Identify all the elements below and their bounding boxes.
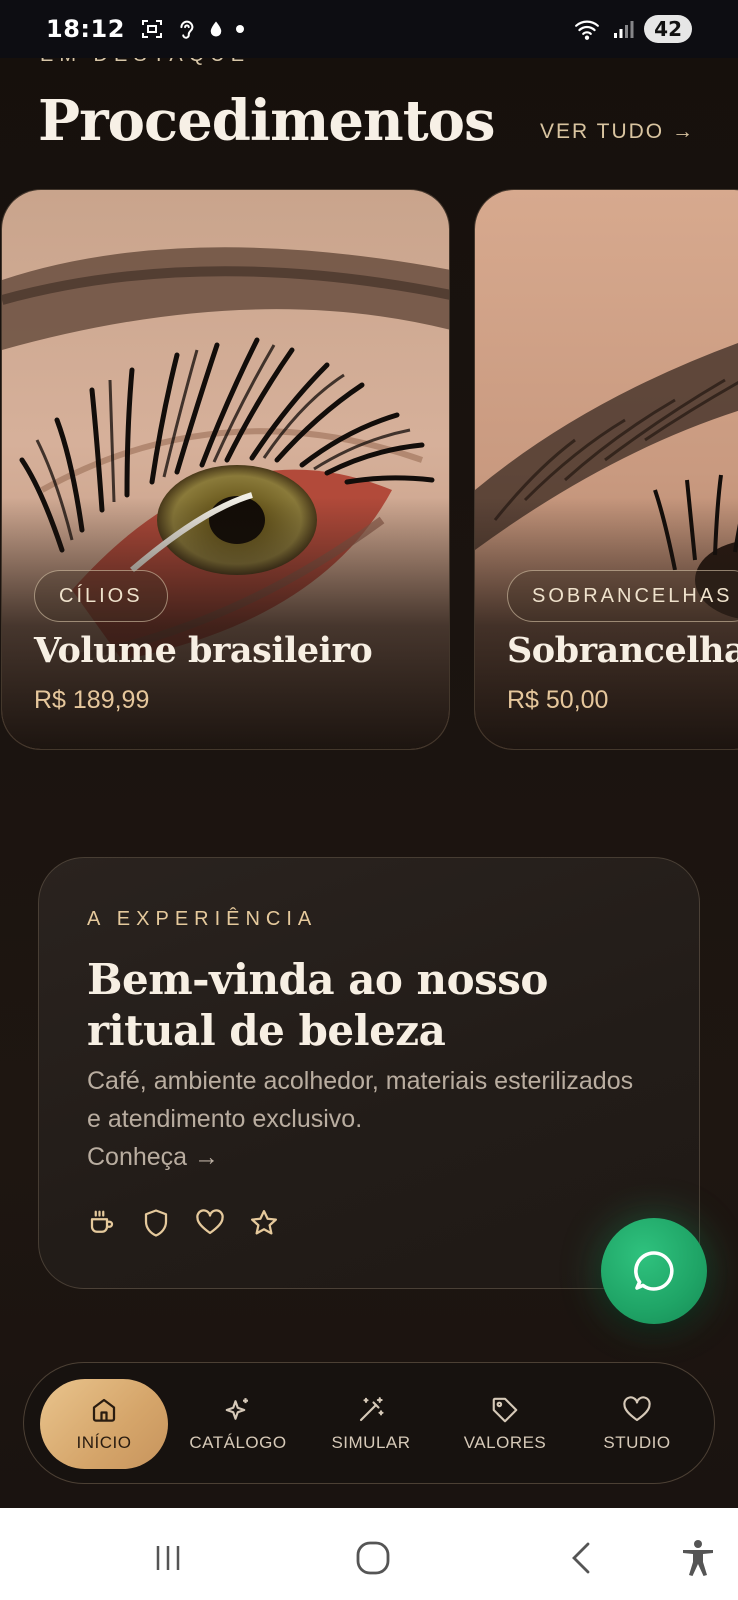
dot-icon <box>235 25 244 33</box>
heart-icon <box>623 1396 651 1422</box>
experience-description: Café, ambiente acolhedor, materiais este… <box>87 1062 647 1176</box>
system-navigation-bar <box>0 1508 738 1600</box>
wifi-icon <box>575 20 600 40</box>
see-all-link[interactable]: VER TUDO → <box>540 120 695 144</box>
nav-label: INÍCIO <box>76 1433 132 1452</box>
home-icon <box>92 1398 116 1422</box>
magic-wand-icon <box>359 1397 384 1422</box>
heart-icon <box>196 1209 224 1235</box>
accessibility-button[interactable] <box>678 1538 718 1578</box>
battery-indicator: 42 <box>644 15 692 43</box>
experience-card[interactable]: A EXPERIÊNCIA Bem-vinda ao nosso ritual … <box>38 857 700 1289</box>
tag-icon <box>492 1397 518 1423</box>
recents-button[interactable] <box>148 1538 188 1578</box>
nav-label: SIMULAR <box>331 1433 411 1452</box>
procedure-price: R$ 189,99 <box>34 686 150 714</box>
status-time: 18:12 <box>46 15 125 43</box>
status-icons-left <box>139 17 245 41</box>
whatsapp-icon <box>634 1251 674 1291</box>
sparkles-icon <box>225 1398 248 1420</box>
nav-label: VALORES <box>463 1433 547 1452</box>
home-button[interactable] <box>353 1538 393 1578</box>
star-icon <box>251 1210 277 1235</box>
experience-title: Bem-vinda ao nosso ritual de beleza <box>87 955 548 1055</box>
shield-icon <box>144 1209 168 1237</box>
procedure-name: Volume brasileiro <box>34 630 373 671</box>
whatsapp-button[interactable] <box>601 1218 707 1324</box>
coffee-icon <box>90 1210 114 1233</box>
bottom-navigation: INÍCIO CATÁLOGO SIMULAR VALORES STUDIO <box>23 1362 715 1484</box>
nav-item-studio[interactable]: STUDIO <box>573 1379 701 1469</box>
status-icons-right: 42 <box>572 15 692 43</box>
procedure-card-lashes[interactable]: CÍLIOS Volume brasileiro R$ 189,99 <box>1 189 450 750</box>
nav-label: STUDIO <box>603 1433 671 1452</box>
section-title: Procedimentos <box>38 88 495 154</box>
procedure-card-brows[interactable]: SOBRANCELHAS Sobrancelha g R$ 50,00 <box>474 189 738 750</box>
hearing-icon <box>180 20 194 39</box>
app-screen: EM DESTAQUE Procedimentos VER TUDO → <box>0 0 738 1508</box>
experience-icons <box>87 1208 279 1238</box>
drop-icon <box>210 21 222 37</box>
status-bar: 18:12 42 <box>0 0 738 58</box>
procedure-price: R$ 50,00 <box>507 686 609 714</box>
nav-item-catalogo[interactable]: CATÁLOGO <box>174 1379 302 1469</box>
procedure-name: Sobrancelha g <box>507 630 738 671</box>
nav-label: CATÁLOGO <box>189 1433 287 1452</box>
nav-item-simular[interactable]: SIMULAR <box>307 1379 435 1469</box>
experience-text: Café, ambiente acolhedor, materiais este… <box>87 1067 634 1133</box>
learn-more-link[interactable]: Conheça → <box>87 1143 219 1171</box>
category-chip: CÍLIOS <box>34 570 168 622</box>
nav-item-valores[interactable]: VALORES <box>441 1379 569 1469</box>
experience-eyebrow: A EXPERIÊNCIA <box>87 908 318 930</box>
nav-item-inicio[interactable]: INÍCIO <box>40 1379 168 1469</box>
back-button[interactable] <box>562 1538 602 1578</box>
category-chip: SOBRANCELHAS <box>507 570 738 622</box>
signal-icon <box>614 21 634 38</box>
screenshot-icon <box>141 20 162 38</box>
